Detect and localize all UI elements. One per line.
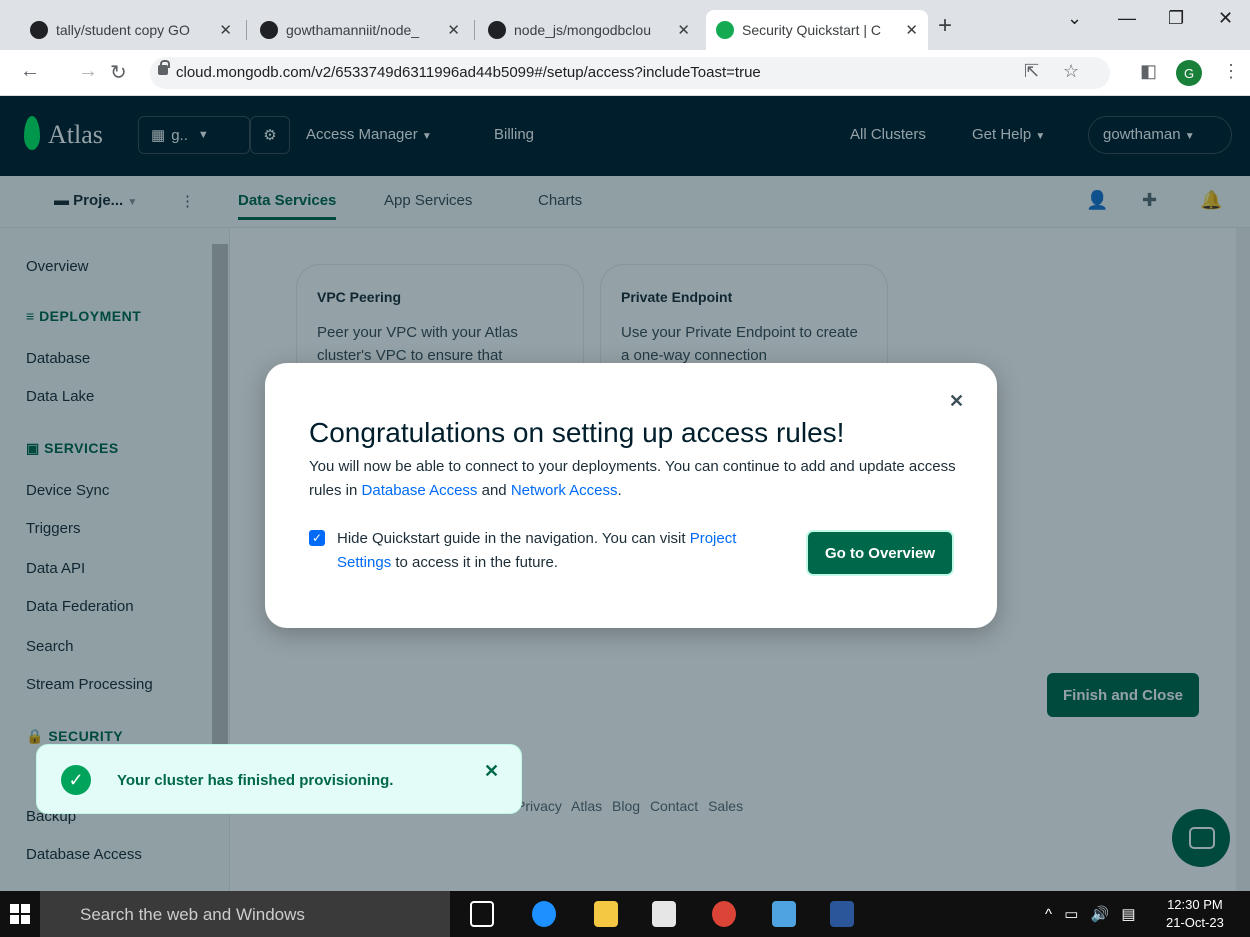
side-panel-icon[interactable]: ◧ <box>1140 61 1157 82</box>
tab-title: tally/student copy GO <box>56 22 190 38</box>
edge-icon[interactable] <box>532 901 556 927</box>
network-access-link[interactable]: Network Access <box>511 482 618 499</box>
close-icon[interactable]: ✕ <box>447 21 460 39</box>
clock[interactable]: 12:30 PM 21-Oct-23 <box>1166 896 1224 932</box>
go-to-overview-button[interactable]: Go to Overview <box>806 530 954 576</box>
restore-icon[interactable]: ❐ <box>1168 8 1184 29</box>
tab-title: Security Quickstart | C <box>742 22 882 38</box>
browser-toolbar: ← → ↻ cloud.mongodb.com/v2/6533749d63119… <box>0 50 1250 96</box>
tab-separator <box>474 20 475 40</box>
browser-tab-strip: tally/student copy GO ✕ gowthamanniit/no… <box>0 0 1250 50</box>
windows-start-icon[interactable] <box>10 904 30 924</box>
chrome-icon[interactable] <box>712 901 736 927</box>
tab-title: node_js/mongodbclou <box>514 22 651 38</box>
back-icon[interactable]: ← <box>20 60 40 83</box>
taskbar-search-box[interactable]: Search the web and Windows <box>40 891 450 937</box>
congratulations-modal: ✕ Congratulations on setting up access r… <box>265 363 997 628</box>
reload-icon[interactable]: ↻ <box>110 60 127 85</box>
windows-taskbar: Search the web and Windows ^ ▭ 🔊 ▤ 12:30… <box>0 891 1250 937</box>
tab-search-icon[interactable]: ⌄ <box>1067 8 1082 29</box>
minimize-icon[interactable]: — <box>1118 8 1136 29</box>
tab-separator <box>246 20 247 40</box>
word-icon[interactable] <box>830 901 854 927</box>
github-icon <box>488 21 506 39</box>
file-explorer-icon[interactable] <box>594 901 618 927</box>
toast-message: Your cluster has finished provisioning. <box>117 772 394 789</box>
url-text: cloud.mongodb.com/v2/6533749d6311996ad44… <box>176 64 761 81</box>
address-bar[interactable]: cloud.mongodb.com/v2/6533749d6311996ad44… <box>150 57 1110 89</box>
new-tab-button[interactable]: + <box>938 12 952 40</box>
profile-avatar[interactable]: G <box>1176 60 1202 86</box>
browser-tab[interactable]: tally/student copy GO ✕ <box>20 10 242 50</box>
hide-quickstart-checkbox[interactable]: ✓ <box>309 530 325 546</box>
lock-icon <box>158 60 170 75</box>
github-icon <box>260 21 278 39</box>
browser-tab[interactable]: gowthamanniit/node_ ✕ <box>250 10 470 50</box>
close-icon[interactable]: ✕ <box>677 21 690 39</box>
window-close-icon[interactable]: ✕ <box>1218 8 1233 29</box>
browser-tab-active[interactable]: Security Quickstart | C ✕ <box>706 10 928 50</box>
close-icon[interactable]: ✕ <box>905 21 918 39</box>
close-icon[interactable]: ✕ <box>219 21 232 39</box>
tab-title: gowthamanniit/node_ <box>286 22 420 38</box>
checkmark-icon: ✓ <box>61 765 91 795</box>
modal-close-icon[interactable]: ✕ <box>949 391 964 412</box>
task-view-icon[interactable] <box>470 901 494 927</box>
toast-close-icon[interactable]: ✕ <box>484 761 499 782</box>
app-icon[interactable] <box>772 901 796 927</box>
hide-quickstart-label: Hide Quickstart guide in the navigation.… <box>337 530 737 571</box>
taskbar-search-placeholder: Search the web and Windows <box>80 905 305 924</box>
modal-body: You will now be able to connect to your … <box>309 458 956 499</box>
menu-kebab-icon[interactable]: ⋮ <box>1222 61 1240 82</box>
system-tray[interactable]: ^ ▭ 🔊 ▤ <box>1045 905 1136 923</box>
forward-icon[interactable]: → <box>78 60 98 83</box>
clock-date: 21-Oct-23 <box>1166 915 1224 930</box>
modal-title: Congratulations on setting up access rul… <box>309 417 845 448</box>
browser-tab[interactable]: node_js/mongodbclou ✕ <box>478 10 700 50</box>
store-icon[interactable] <box>652 901 676 927</box>
database-access-link[interactable]: Database Access <box>362 482 478 499</box>
share-icon[interactable]: ⇱ <box>1024 61 1039 82</box>
github-icon <box>30 21 48 39</box>
success-toast: ✓ Your cluster has finished provisioning… <box>36 744 522 814</box>
mongodb-leaf-icon <box>716 21 734 39</box>
bookmark-star-icon[interactable]: ☆ <box>1063 61 1079 82</box>
clock-time: 12:30 PM <box>1167 897 1223 912</box>
